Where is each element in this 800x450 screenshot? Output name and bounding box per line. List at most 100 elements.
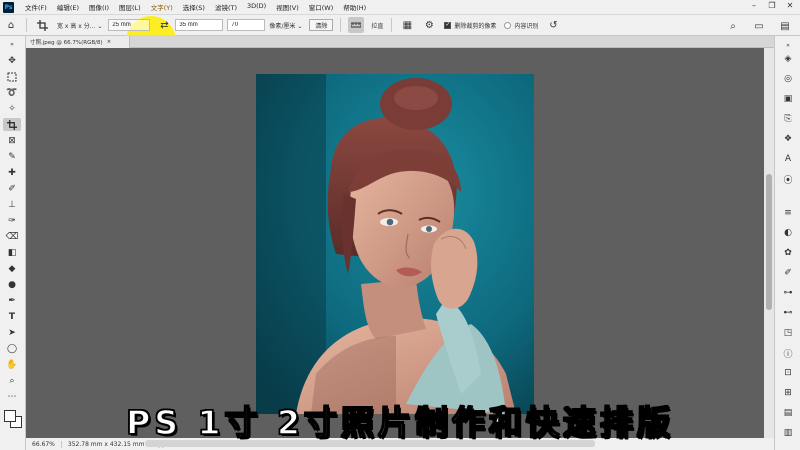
grid-overlay-icon[interactable]: ▦ <box>399 17 415 33</box>
menu-item[interactable]: 帮助(H) <box>338 2 371 12</box>
frame-tool-icon[interactable]: ⊠ <box>3 134 21 147</box>
resolution-input[interactable] <box>227 19 266 31</box>
gear-icon[interactable]: ⚙ <box>421 17 437 33</box>
properties-icon[interactable]: ≡ <box>780 206 796 220</box>
reset-icon[interactable]: ↺ <box>545 17 561 33</box>
restore-button[interactable]: ❐ <box>766 1 778 10</box>
content-aware-checkbox[interactable]: 内容识别 <box>504 21 538 30</box>
menu-item[interactable]: 3D(D) <box>242 2 271 12</box>
menu-bar: Ps 文件(F) 编辑(E) 图像(I) 图层(L) 文字(Y) 选择(S) 滤镜(T) 3D… <box>0 0 800 14</box>
adjustments-icon[interactable]: ◐ <box>780 226 796 240</box>
frame-icon[interactable]: ▭ <box>751 18 767 34</box>
scrollbar-thumb[interactable] <box>766 174 772 310</box>
hand-tool-icon[interactable]: ✋ <box>3 358 21 371</box>
menu-items: 文件(F) 编辑(E) 图像(I) 图层(L) 文字(Y) 选择(S) 滤镜(T) 3D(D)… <box>20 2 371 12</box>
vertical-scrollbar[interactable] <box>764 48 774 438</box>
brush-settings-icon[interactable]: ⦿ <box>780 172 796 186</box>
separator <box>340 18 342 32</box>
height-input[interactable] <box>175 19 224 31</box>
home-icon[interactable]: ⌂ <box>3 17 19 33</box>
pen-tool-icon[interactable]: ✒ <box>3 294 21 307</box>
notes-icon[interactable]: ⊞ <box>780 386 796 400</box>
crop-tool-icon[interactable] <box>34 17 50 33</box>
magic-wand-tool-icon[interactable]: ✧ <box>3 102 21 115</box>
menu-item[interactable]: 图层(L) <box>114 2 146 12</box>
eraser-tool-icon[interactable]: ⌫ <box>3 230 21 243</box>
history-icon[interactable]: ⎘ <box>780 112 796 126</box>
minimize-button[interactable]: – <box>748 1 760 10</box>
healing-brush-tool-icon[interactable]: ✚ <box>3 166 21 179</box>
type-tool-icon[interactable]: T <box>3 310 21 323</box>
brush-icon[interactable]: ✐ <box>780 266 796 280</box>
swatches-icon[interactable]: ❖ <box>780 132 796 146</box>
checkbox-unchecked-icon[interactable] <box>504 21 512 29</box>
libraries-icon[interactable]: ✿ <box>780 246 796 260</box>
panel-layout-icon[interactable]: ▤ <box>777 18 793 34</box>
window-controls: – ❐ ✕ <box>748 1 796 10</box>
eyedropper-tool-icon[interactable]: ✎ <box>3 150 21 163</box>
swap-icon[interactable]: ⇄ <box>156 17 172 33</box>
checkbox-checked-icon[interactable]: ✓ <box>444 21 452 29</box>
info-icon[interactable]: ⓘ <box>780 346 796 360</box>
glyphs-icon[interactable]: ◳ <box>780 326 796 340</box>
menu-item[interactable]: 滤镜(T) <box>210 2 242 12</box>
document-tabs: 寸照.jpeg @ 66.7%(RGB/8) × <box>26 36 774 48</box>
history-brush-tool-icon[interactable]: ✑ <box>3 214 21 227</box>
blur-tool-icon[interactable]: ◆ <box>3 262 21 275</box>
delete-cropped-checkbox[interactable]: ✓ 删除裁剪的像素 <box>444 21 496 30</box>
sliders-icon[interactable]: ⊶ <box>780 286 796 300</box>
menu-item[interactable]: 视图(V) <box>271 2 304 12</box>
zoom-level[interactable]: 66.67% <box>26 440 62 448</box>
separator <box>391 18 393 32</box>
character-icon[interactable]: A <box>780 152 796 166</box>
menu-item[interactable]: 图像(I) <box>84 2 114 12</box>
shape-tool-icon[interactable]: ◯ <box>3 342 21 355</box>
collapse-arrows-icon[interactable]: » <box>780 38 796 52</box>
layers-icon[interactable]: ◈ <box>780 52 796 66</box>
dodge-tool-icon[interactable]: ● <box>3 278 21 291</box>
patterns-icon[interactable]: ▥ <box>780 426 796 440</box>
resolution-unit-select[interactable]: 像素/厘米 ⌄ <box>269 21 302 30</box>
right-panel-dock: » ◈ ◎ ▣ ⎘ ❖ A ⦿ ≡ ◐ ✿ ✐ ⊶ ⊷ ◳ ⓘ ⊡ ⊞ ▤ ▥ <box>774 36 800 450</box>
gradient-tool-icon[interactable]: ◧ <box>3 246 21 259</box>
menu-item[interactable]: 编辑(E) <box>52 2 84 12</box>
photoshop-logo-icon[interactable]: Ps <box>3 1 14 13</box>
portrait-image <box>256 74 534 414</box>
horizontal-scrollbar[interactable] <box>145 440 595 447</box>
brush-tool-icon[interactable]: ✐ <box>3 182 21 195</box>
timeline-icon[interactable]: ▤ <box>780 406 796 420</box>
navigator-icon[interactable]: ⊡ <box>780 366 796 380</box>
color-swatches[interactable] <box>4 410 22 428</box>
clear-button[interactable]: 清除 <box>309 19 334 31</box>
close-button[interactable]: ✕ <box>784 1 796 10</box>
menu-item[interactable]: 选择(S) <box>178 2 210 12</box>
paths-icon[interactable]: ▣ <box>780 92 796 106</box>
content-aware-label: 内容识别 <box>514 22 539 30</box>
document-tab[interactable]: 寸照.jpeg @ 66.7%(RGB/8) × <box>26 36 130 48</box>
portrait-photo[interactable] <box>256 74 534 414</box>
close-tab-icon[interactable]: × <box>107 39 112 45</box>
collapse-arrows-icon[interactable]: « <box>3 38 21 51</box>
crop-ratio-select[interactable]: 宽 x 高 x 分... ⌄ <box>57 21 102 30</box>
crop-tool-icon[interactable] <box>3 118 21 131</box>
align-icon[interactable]: ⊷ <box>780 306 796 320</box>
move-tool-icon[interactable]: ✥ <box>3 54 21 67</box>
width-input[interactable] <box>108 19 151 31</box>
menu-item[interactable]: 文字(Y) <box>146 2 178 12</box>
document-tab-label: 寸照.jpeg @ 66.7%(RGB/8) <box>30 40 103 46</box>
menu-item[interactable]: 窗口(W) <box>304 2 339 12</box>
menu-item[interactable]: 文件(F) <box>20 2 52 12</box>
tools-panel: « ✥ ➰ ✧ ⊠ ✎ ✚ ✐ ⊥ ✑ ⌫ ◧ ◆ ● ✒ T ➤ ◯ ✋ ⌕ … <box>0 36 26 450</box>
zoom-tool-icon[interactable]: ⌕ <box>3 374 21 387</box>
search-icon[interactable]: ⌕ <box>725 18 741 34</box>
options-right-icons: ⌕ ▭ ▤ <box>722 18 796 34</box>
channels-icon[interactable]: ◎ <box>780 72 796 86</box>
lasso-tool-icon[interactable]: ➰ <box>3 86 21 99</box>
path-selection-tool-icon[interactable]: ➤ <box>3 326 21 339</box>
foreground-color-swatch[interactable] <box>4 410 16 422</box>
stamp-tool-icon[interactable]: ⊥ <box>3 198 21 211</box>
marquee-tool-icon[interactable] <box>3 70 21 83</box>
straighten-icon[interactable] <box>348 17 365 33</box>
more-tools-icon[interactable]: ⋯ <box>3 390 21 403</box>
canvas-area[interactable] <box>26 48 764 438</box>
